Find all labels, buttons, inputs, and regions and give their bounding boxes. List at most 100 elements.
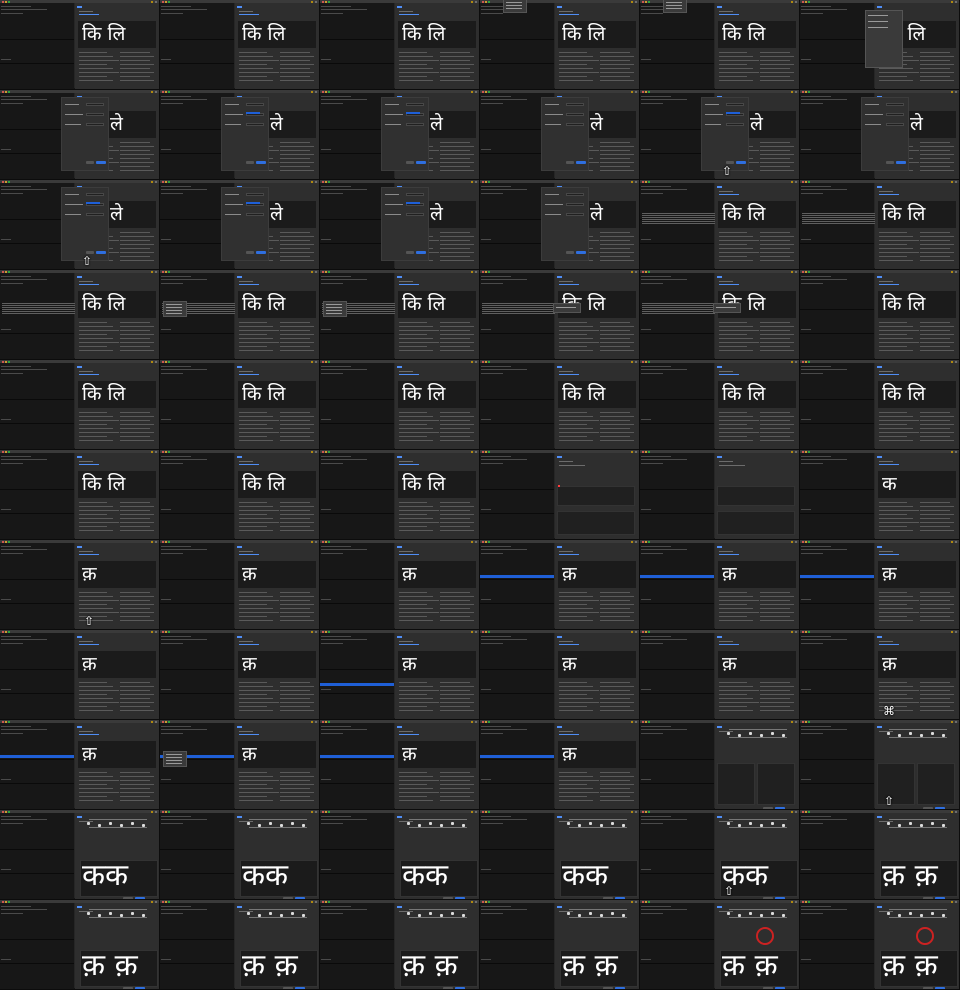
confirm-button[interactable]	[295, 897, 305, 899]
slider-knob[interactable]	[429, 912, 432, 915]
slider-knob[interactable]	[131, 822, 134, 825]
slider-knob[interactable]	[749, 732, 752, 735]
tab-indicator[interactable]	[397, 636, 402, 638]
source-label[interactable]	[719, 374, 739, 375]
slider-knob[interactable]	[142, 914, 145, 917]
cancel-button[interactable]	[86, 161, 94, 164]
tab-indicator[interactable]	[717, 906, 722, 908]
tab-indicator[interactable]	[397, 906, 402, 908]
dialog-field[interactable]	[406, 193, 424, 196]
slider-knob[interactable]	[280, 824, 283, 827]
control-row[interactable]	[729, 909, 787, 910]
dialog-field[interactable]	[566, 203, 584, 206]
dropdown-highlight[interactable]	[246, 112, 260, 114]
slider-knob[interactable]	[291, 912, 294, 915]
source-label[interactable]	[239, 284, 259, 285]
confirm-button[interactable]	[455, 987, 465, 989]
slider-knob[interactable]	[87, 822, 90, 825]
tab-indicator[interactable]	[77, 726, 82, 728]
control-row[interactable]	[569, 909, 627, 910]
tab-indicator[interactable]	[877, 186, 882, 188]
menu-item[interactable]	[166, 754, 182, 755]
slider-knob[interactable]	[120, 914, 123, 917]
slider-knob[interactable]	[749, 912, 752, 915]
confirm-button[interactable]	[135, 987, 145, 989]
menu-item[interactable]	[666, 2, 682, 3]
dropdown-menu[interactable]	[664, 0, 686, 12]
tab-indicator[interactable]	[877, 726, 882, 728]
slider-knob[interactable]	[942, 914, 945, 917]
control-row[interactable]	[409, 827, 467, 828]
tab-indicator[interactable]	[397, 276, 402, 278]
tab-indicator[interactable]	[717, 366, 722, 368]
tab-indicator[interactable]	[877, 366, 882, 368]
slider-knob[interactable]	[280, 914, 283, 917]
cancel-button[interactable]	[246, 161, 254, 164]
tab-indicator[interactable]	[717, 186, 722, 188]
slider-knob[interactable]	[622, 824, 625, 827]
tab-indicator[interactable]	[877, 6, 882, 8]
dialog-field[interactable]	[566, 193, 584, 196]
dropdown-highlight[interactable]	[246, 202, 260, 204]
menu-item[interactable]	[506, 5, 522, 6]
control-row[interactable]	[729, 819, 787, 820]
slider-knob[interactable]	[920, 734, 923, 737]
dialog-field[interactable]	[246, 123, 264, 126]
cancel-button[interactable]	[763, 807, 773, 809]
source-label[interactable]	[559, 734, 579, 735]
cancel-button[interactable]	[923, 987, 933, 989]
dropdown-menu[interactable]	[504, 0, 526, 12]
confirm-button[interactable]	[775, 987, 785, 989]
selected-row[interactable]	[320, 683, 394, 686]
tab-indicator[interactable]	[717, 816, 722, 818]
menu-item[interactable]	[326, 304, 342, 305]
context-menu[interactable]	[164, 752, 186, 766]
slider-knob[interactable]	[738, 734, 741, 737]
slider-knob[interactable]	[98, 914, 101, 917]
slider-knob[interactable]	[782, 824, 785, 827]
slider-knob[interactable]	[109, 912, 112, 915]
dialog-field[interactable]	[566, 103, 584, 106]
tab-indicator[interactable]	[77, 366, 82, 368]
tab-indicator[interactable]	[237, 276, 242, 278]
source-label[interactable]	[79, 464, 99, 465]
ok-button[interactable]	[736, 161, 746, 164]
slider-knob[interactable]	[407, 912, 410, 915]
dialog-field[interactable]	[886, 113, 904, 116]
slider-knob[interactable]	[578, 824, 581, 827]
slider-knob[interactable]	[622, 914, 625, 917]
slider-knob[interactable]	[462, 914, 465, 917]
source-label[interactable]	[399, 644, 419, 645]
control-row[interactable]	[729, 729, 787, 730]
cancel-button[interactable]	[763, 987, 773, 989]
confirm-button[interactable]	[615, 897, 625, 899]
menu-item[interactable]	[506, 8, 522, 9]
slider-knob[interactable]	[269, 822, 272, 825]
confirm-button[interactable]	[135, 897, 145, 899]
dialog-field[interactable]	[246, 213, 264, 216]
ok-button[interactable]	[416, 251, 426, 254]
control-row[interactable]	[89, 917, 147, 918]
ok-button[interactable]	[256, 161, 266, 164]
source-label[interactable]	[879, 194, 899, 195]
source-label[interactable]	[239, 14, 259, 15]
source-label[interactable]	[559, 554, 579, 555]
slider-knob[interactable]	[931, 822, 934, 825]
slider-knob[interactable]	[567, 912, 570, 915]
slider-knob[interactable]	[418, 914, 421, 917]
dialog-field[interactable]	[86, 103, 104, 106]
control-row[interactable]	[889, 917, 947, 918]
control-row[interactable]	[409, 819, 467, 820]
tab-indicator[interactable]	[557, 726, 562, 728]
tab-indicator[interactable]	[717, 276, 722, 278]
slider-knob[interactable]	[727, 912, 730, 915]
confirm-button[interactable]	[935, 987, 945, 989]
source-label[interactable]	[879, 644, 899, 645]
slider-knob[interactable]	[909, 732, 912, 735]
slider-knob[interactable]	[87, 912, 90, 915]
dialog-field[interactable]	[86, 213, 104, 216]
tab-indicator[interactable]	[397, 456, 402, 458]
slider-knob[interactable]	[931, 912, 934, 915]
source-label[interactable]	[559, 644, 579, 645]
slider-knob[interactable]	[440, 824, 443, 827]
